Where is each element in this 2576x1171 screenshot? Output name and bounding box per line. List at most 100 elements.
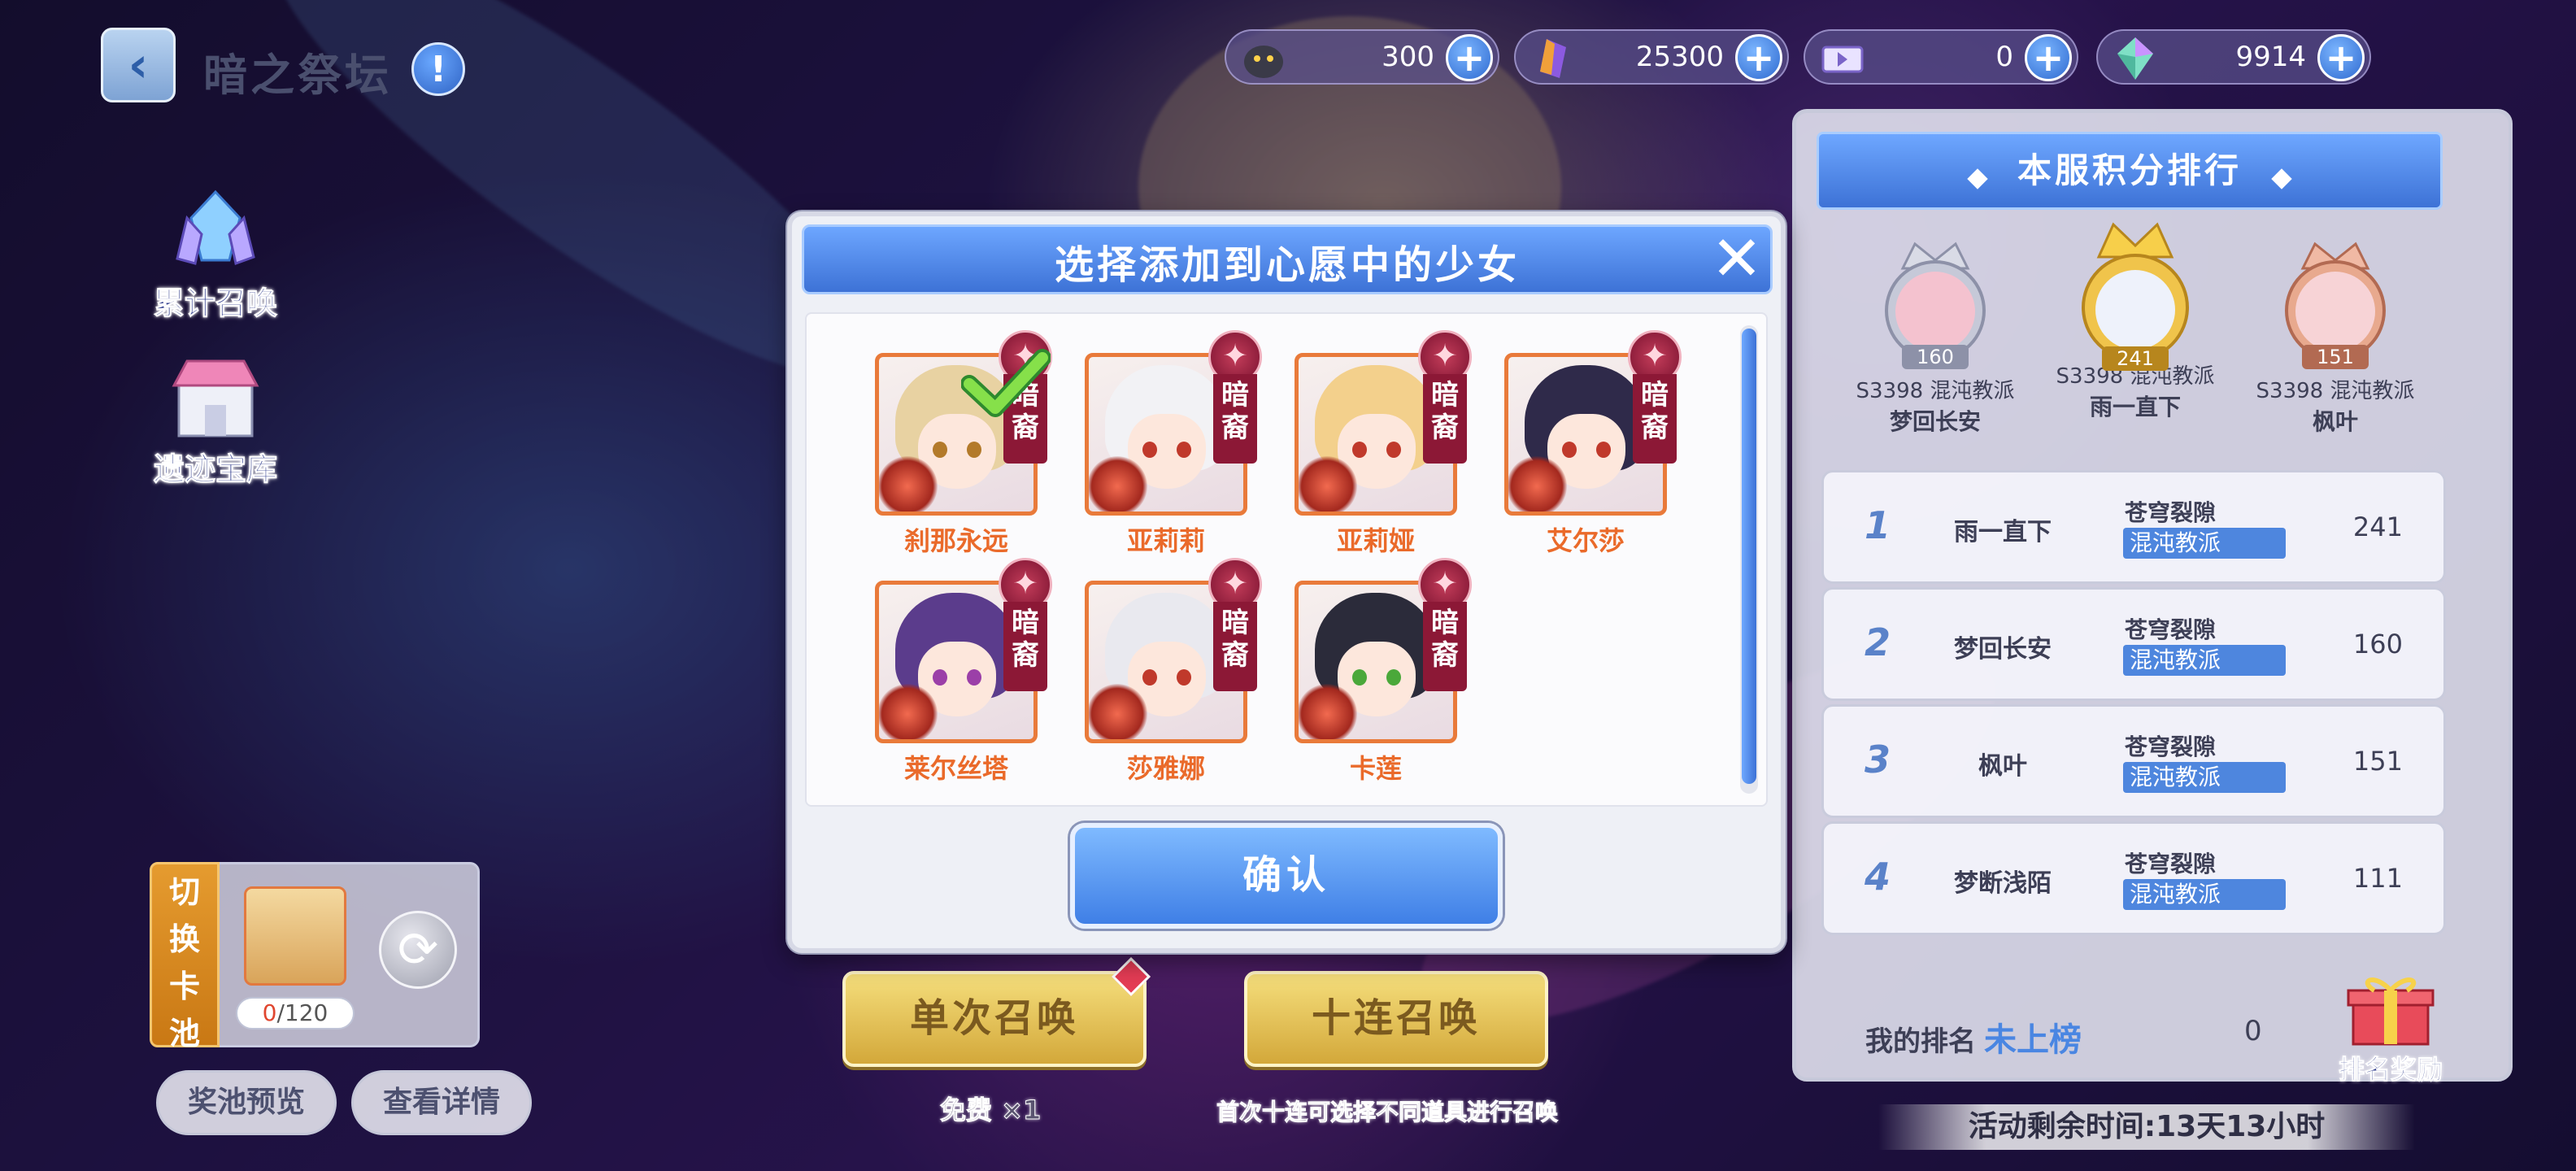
relic-vault-button[interactable]: 遗迹宝库 (138, 351, 293, 489)
resource-crystal: 25300 + (1514, 29, 1789, 85)
faction-tag-label: 暗裔 (1012, 607, 1039, 672)
faction-tag: 暗裔 (995, 558, 1055, 696)
bronze-crown-badge: 151 (2274, 236, 2396, 374)
page-title: 暗之祭坛 (203, 50, 392, 101)
confirm-button[interactable]: 确认 (1070, 823, 1503, 929)
rank-player-name: 梦回长安 (1954, 635, 2052, 664)
girl-list-scrollbar[interactable] (1740, 325, 1758, 794)
single-summon-cost: 免费 ×1 (939, 1095, 1042, 1126)
ranking-row: 3 枫叶 苍穹裂隙 混沌教派 151 (1821, 704, 2446, 818)
add-crystal-button[interactable]: + (1735, 34, 1782, 81)
girl-name: 卡莲 (1349, 753, 1402, 784)
single-summon-label: 单次召唤 (909, 995, 1079, 1041)
close-icon[interactable]: ✕ (1708, 228, 1766, 289)
girl-card-5[interactable]: 暗裔 莎雅娜 (1085, 558, 1262, 786)
ten-summon-hint: 首次十连可选择不同道具进行召唤 (1216, 1099, 1559, 1126)
cumulative-summon-label: 累计召唤 (153, 285, 277, 322)
rank-number: 2 (1865, 620, 1891, 664)
ranking-row: 4 梦断浅陌 苍穹裂隙 混沌教派 111 (1821, 821, 2446, 935)
faction-tag: 暗裔 (1625, 330, 1685, 468)
ranking-title: 本服积分排行 (2017, 150, 2242, 190)
faction-tag: 暗裔 (1415, 330, 1475, 468)
fire-element-icon (879, 684, 938, 739)
rank-reward-button[interactable]: 排名奖励 (2326, 973, 2456, 1086)
pool-progress-count: 0/120 (236, 997, 355, 1030)
podium-score: 160 (1902, 345, 1969, 369)
crystal-cluster-icon (176, 189, 255, 265)
scrollbar-thumb[interactable] (1742, 329, 1756, 784)
faction-tag-label: 暗裔 (1431, 379, 1459, 444)
rank-server: 苍穹裂隙 (2125, 734, 2217, 760)
rank-points: 160 (2352, 629, 2403, 660)
add-ticket-button[interactable]: + (2025, 34, 2072, 81)
podium-score: 151 (2302, 345, 2369, 369)
ranking-header: 本服积分排行 (1817, 132, 2443, 210)
refresh-icon[interactable]: ⟳ (379, 911, 457, 989)
ticket-icon (1821, 46, 1864, 73)
rank-player-name: 梦断浅陌 (1954, 869, 2052, 898)
player-avatar (2295, 272, 2375, 351)
gift-icon (2347, 977, 2435, 1046)
rank-guild: 混沌教派 (2123, 762, 2286, 793)
rank-number: 4 (1865, 855, 1891, 899)
ranking-row: 2 梦回长安 苍穹裂隙 混沌教派 160 (1821, 587, 2446, 701)
rank-number: 1 (1865, 503, 1891, 547)
switch-pool-tab[interactable]: 切 换 卡 池 (150, 862, 220, 1051)
single-summon-button[interactable]: 单次召唤 (842, 971, 1147, 1067)
add-pet-food-button[interactable]: + (1446, 34, 1493, 81)
shop-icon (172, 359, 259, 437)
silver-crown-badge: 160 (1874, 236, 1996, 374)
back-button[interactable]: ‹ (101, 28, 176, 102)
pool-count-total: /120 (276, 999, 329, 1026)
girl-card-2[interactable]: 暗裔 亚莉娅 (1295, 330, 1472, 558)
view-details-button[interactable]: 查看详情 (351, 1070, 532, 1135)
rank-server: 苍穹裂隙 (2125, 616, 2217, 643)
my-rank-value: 未上榜 (1984, 1021, 2082, 1059)
girl-name: 艾尔莎 (1546, 525, 1625, 556)
pool-preview-button[interactable]: 奖池预览 (156, 1070, 337, 1135)
fire-element-icon (1299, 456, 1357, 511)
pool-featured-portrait (244, 886, 346, 986)
event-timer: 活动剩余时间:13天13小时 (1878, 1104, 2415, 1150)
girl-card-4[interactable]: 暗裔 莱尔丝塔 (875, 558, 1052, 786)
girl-name: 亚莉娅 (1336, 525, 1415, 556)
rank-guild: 混沌教派 (2123, 645, 2286, 676)
resource-ticket: 0 + (1804, 29, 2078, 85)
faction-tag-label: 暗裔 (1431, 607, 1459, 672)
resource-gem: 9914 + (2096, 29, 2371, 85)
rank-points: 151 (2352, 746, 2403, 777)
faction-tag-label: 暗裔 (1221, 607, 1249, 672)
resource-pet-food: 300 + (1225, 29, 1499, 85)
switch-pool-char: 池 (168, 1016, 200, 1051)
ten-summon-label: 十连召唤 (1311, 995, 1481, 1041)
fire-element-icon (1089, 456, 1147, 511)
girl-card-3[interactable]: 暗裔 艾尔莎 (1504, 330, 1682, 558)
podium-name: 梦回长安 (1889, 408, 1981, 435)
add-gem-button[interactable]: + (2317, 34, 2365, 81)
rank-guild: 混沌教派 (2123, 528, 2286, 559)
my-rank-label: 我的排名 (1865, 1025, 1976, 1058)
podium-second: 160 S3398 混沌教派 梦回长安 (1846, 236, 2025, 437)
gem-value: 9914 (2235, 41, 2306, 73)
podium-server: S3398 混沌教派 (1856, 379, 2015, 403)
info-icon[interactable]: ! (411, 42, 465, 96)
girl-card-6[interactable]: 暗裔 卡莲 (1295, 558, 1472, 786)
ten-summon-button[interactable]: 十连召唤 (1244, 971, 1548, 1067)
rank-server: 苍穹裂隙 (2125, 851, 2217, 877)
girl-card-0[interactable]: 暗裔 刹那永远 (875, 330, 1052, 558)
podium-name: 枫叶 (2312, 408, 2358, 435)
girl-name: 刹那永远 (903, 525, 1008, 556)
rank-guild: 混沌教派 (2123, 879, 2286, 910)
girl-name: 莎雅娜 (1126, 753, 1205, 784)
diamond-ornament-icon (1967, 168, 1988, 189)
podium-score: 241 (2102, 346, 2169, 371)
girl-card-1[interactable]: 暗裔 亚莉莉 (1085, 330, 1262, 558)
rank-points: 241 (2352, 511, 2403, 542)
ranking-row: 1 雨一直下 苍穹裂隙 混沌教派 241 (1821, 470, 2446, 584)
faction-tag: 暗裔 (1415, 558, 1475, 696)
player-avatar (2095, 270, 2175, 350)
cumulative-summon-button[interactable]: 累计召唤 (138, 185, 293, 323)
switch-pool-char: 换 (168, 921, 200, 957)
rank-player-name: 枫叶 (1978, 752, 2027, 781)
diamond-ornament-icon (2271, 168, 2292, 189)
